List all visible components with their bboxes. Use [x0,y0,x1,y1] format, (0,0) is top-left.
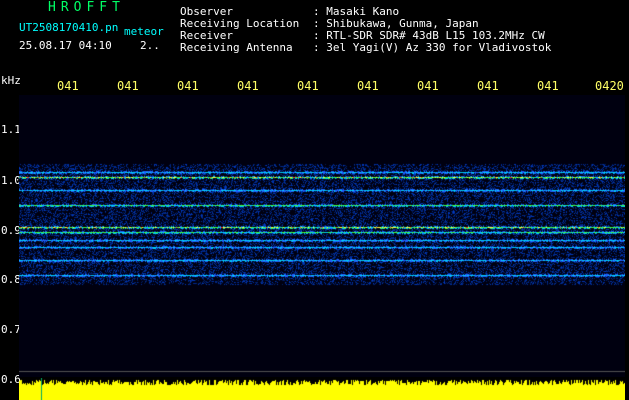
app-title: HROFFT [48,0,125,15]
date-time: 25.08.17 04:10 [19,39,112,52]
freq-tick: 1.0 [1,174,21,187]
time-tick: 041 [417,79,439,93]
waterfall-spectrogram [19,95,625,377]
freq-tick: 0.9 [1,224,21,237]
value-antenna: : 3el Yagi(V) Az 330 for Vladivostok [313,41,552,54]
frame-counter: 2.. [140,39,160,52]
time-tick: 041 [117,79,139,93]
time-tick: 041 [297,79,319,93]
time-tick: 041 [357,79,379,93]
time-tick: 041 [537,79,559,93]
freq-unit-label: kHz [1,74,21,87]
freq-tick: 0.7 [1,323,21,336]
time-tick: 041 [477,79,499,93]
label-antenna: Receiving Antenna [180,41,293,54]
mode-label: meteor [124,25,164,38]
time-tick: 0420 [595,79,624,93]
freq-tick: 0.6 [1,373,21,386]
freq-tick: 1.1 [1,123,21,136]
time-tick: 041 [57,79,79,93]
freq-tick: 0.8 [1,273,21,286]
spectrum-bar [19,378,625,400]
file-name: UT2508170410.pn [19,21,119,34]
time-tick: 041 [237,79,259,93]
time-tick: 041 [177,79,199,93]
